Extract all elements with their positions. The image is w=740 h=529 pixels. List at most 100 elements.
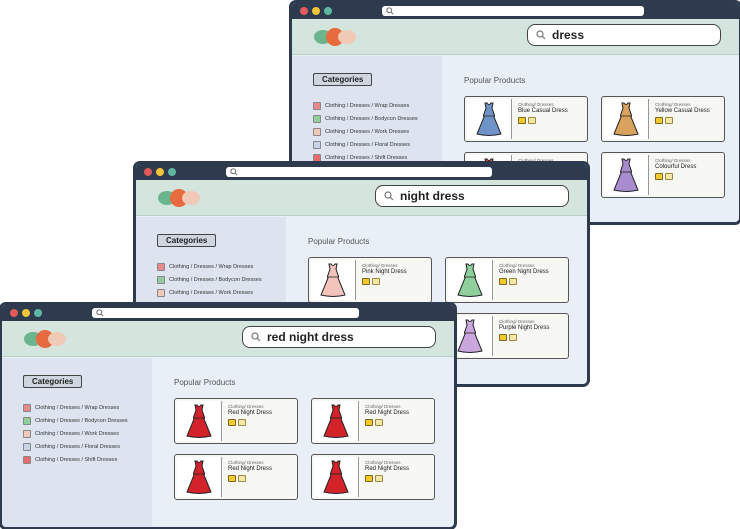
product-card[interactable]: Clothing/ Dresses Colourful Dress <box>601 152 725 198</box>
category-item[interactable]: Clothing / Dresses / Shift Dresses <box>23 453 128 466</box>
product-category: Clothing/ Dresses <box>499 263 535 268</box>
search-input[interactable]: night dress <box>375 185 569 207</box>
product-thumbnail[interactable] <box>448 260 493 300</box>
search-icon <box>230 168 238 176</box>
close-dot[interactable] <box>300 7 308 15</box>
minimize-dot[interactable] <box>312 7 320 15</box>
details-button[interactable] <box>665 117 673 124</box>
minimize-dot[interactable] <box>22 309 30 317</box>
add-to-cart-button[interactable] <box>228 475 236 482</box>
product-category: Clothing/ Dresses <box>228 460 264 465</box>
category-item[interactable]: Clothing / Dresses / Wrap Dresses <box>23 401 128 414</box>
close-dot[interactable] <box>10 309 18 317</box>
details-button[interactable] <box>509 278 517 285</box>
add-to-cart-button[interactable] <box>499 334 507 341</box>
product-thumbnail[interactable] <box>604 155 649 195</box>
categories-heading: Categories <box>313 73 373 86</box>
details-button[interactable] <box>372 278 380 285</box>
details-button[interactable] <box>375 475 383 482</box>
details-button[interactable] <box>238 475 246 482</box>
product-name: Pink Night Dress <box>362 269 407 275</box>
search-query: dress <box>552 28 585 42</box>
categories-heading: Categories <box>157 234 217 247</box>
category-item[interactable]: Clothing / Dresses / Wrap Dresses <box>157 260 262 273</box>
product-name: Red Night Dress <box>228 410 273 416</box>
close-dot[interactable] <box>144 168 152 176</box>
brand-logo[interactable] <box>314 28 360 46</box>
title-bar <box>292 3 739 19</box>
category-item[interactable]: Clothing / Dresses / Work Dresses <box>157 286 262 299</box>
details-button[interactable] <box>238 419 246 426</box>
product-card[interactable]: Clothing/ Dresses Red Night Dress <box>174 454 298 500</box>
add-to-cart-button[interactable] <box>499 278 507 285</box>
add-to-cart-button[interactable] <box>228 419 236 426</box>
maximize-dot[interactable] <box>34 309 42 317</box>
product-card[interactable]: Clothing/ Dresses Red Night Dress <box>174 398 298 444</box>
product-card[interactable]: Clothing/ Dresses Red Night Dress <box>311 454 435 500</box>
category-swatch-icon <box>313 153 321 162</box>
product-category: Clothing/ Dresses <box>362 263 398 268</box>
category-label: Clothing / Dresses / Bodycon Dresses <box>169 276 262 283</box>
product-thumbnail[interactable] <box>467 99 512 139</box>
category-label: Clothing / Dresses / Work Dresses <box>169 289 253 296</box>
product-card[interactable]: Clothing/ Dresses Yellow Casual Dress <box>601 96 725 142</box>
minimize-dot[interactable] <box>156 168 164 176</box>
address-bar[interactable] <box>382 6 644 16</box>
product-name: Yellow Casual Dress <box>655 108 710 114</box>
add-to-cart-button[interactable] <box>362 278 370 285</box>
product-thumbnail[interactable] <box>177 401 222 441</box>
category-swatch-icon <box>313 101 321 110</box>
category-item[interactable]: Clothing / Dresses / Wrap Dresses <box>313 99 418 112</box>
product-card[interactable]: Clothing/ Dresses Blue Casual Dress <box>464 96 588 142</box>
category-label: Clothing / Dresses / Shift Dresses <box>325 154 408 161</box>
product-card[interactable]: Clothing/ Dresses Purple Night Dress <box>445 313 569 359</box>
category-item[interactable]: Clothing / Dresses / Bodycon Dresses <box>157 273 262 286</box>
details-button[interactable] <box>528 117 536 124</box>
product-name: Red Night Dress <box>365 466 410 472</box>
category-swatch-icon <box>157 262 165 271</box>
category-label: Clothing / Dresses / Shift Dresses <box>35 456 118 463</box>
category-label: Clothing / Dresses / Wrap Dresses <box>169 263 254 270</box>
browser-window-red-night-dress: red night dress Categories Clothing / Dr… <box>0 303 456 529</box>
category-item[interactable]: Clothing / Dresses / Work Dresses <box>313 125 418 138</box>
search-icon <box>384 191 394 201</box>
product-thumbnail[interactable] <box>311 260 356 300</box>
dress-icon <box>476 102 502 136</box>
add-to-cart-button[interactable] <box>365 419 373 426</box>
category-item[interactable]: Clothing / Dresses / Work Dresses <box>23 427 128 440</box>
product-thumbnail[interactable] <box>177 457 222 497</box>
category-item[interactable]: Clothing / Dresses / Floral Dresses <box>23 440 128 453</box>
details-button[interactable] <box>375 419 383 426</box>
add-to-cart-button[interactable] <box>655 173 663 180</box>
maximize-dot[interactable] <box>168 168 176 176</box>
add-to-cart-button[interactable] <box>655 117 663 124</box>
maximize-dot[interactable] <box>324 7 332 15</box>
product-card[interactable]: Clothing/ Dresses Pink Night Dress <box>308 257 432 303</box>
add-to-cart-button[interactable] <box>518 117 526 124</box>
details-button[interactable] <box>509 334 517 341</box>
product-name: Colourful Dress <box>655 164 697 170</box>
product-thumbnail[interactable] <box>314 401 359 441</box>
dress-icon <box>186 460 212 494</box>
category-swatch-icon <box>313 114 321 123</box>
product-thumbnail[interactable] <box>604 99 649 139</box>
product-card[interactable]: Clothing/ Dresses Red Night Dress <box>311 398 435 444</box>
category-item[interactable]: Clothing / Dresses / Bodycon Dresses <box>23 414 128 427</box>
category-swatch-icon <box>23 416 31 425</box>
product-thumbnail[interactable] <box>314 457 359 497</box>
search-input[interactable]: dress <box>527 24 721 46</box>
category-list: Clothing / Dresses / Wrap Dresses Clothin… <box>23 401 128 466</box>
site-header: dress <box>292 19 739 55</box>
category-item[interactable]: Clothing / Dresses / Bodycon Dresses <box>313 112 418 125</box>
dress-icon <box>613 158 639 192</box>
brand-logo[interactable] <box>24 330 70 348</box>
address-bar[interactable] <box>226 167 492 177</box>
details-button[interactable] <box>665 173 673 180</box>
product-card[interactable]: Clothing/ Dresses Green Night Dress <box>445 257 569 303</box>
product-category: Clothing/ Dresses <box>365 460 401 465</box>
address-bar[interactable] <box>92 308 359 318</box>
category-item[interactable]: Clothing / Dresses / Floral Dresses <box>313 138 418 151</box>
search-input[interactable]: red night dress <box>242 326 436 348</box>
brand-logo[interactable] <box>158 189 204 207</box>
add-to-cart-button[interactable] <box>365 475 373 482</box>
